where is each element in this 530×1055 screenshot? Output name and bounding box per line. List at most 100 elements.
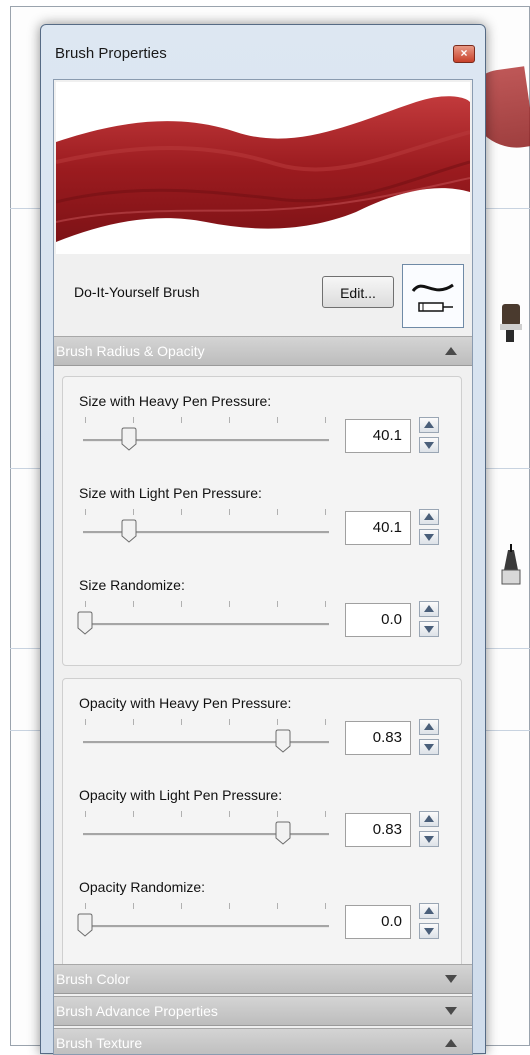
arrow-up-icon (424, 723, 434, 730)
size-settings-group: Size with Heavy Pen Pressure: 40.1 Size … (62, 376, 462, 666)
slider-tick (277, 509, 278, 515)
opacity-heavy-pressure-input[interactable]: 0.83 (345, 721, 411, 755)
opacity-heavy-pressure-control: Opacity with Heavy Pen Pressure: 0.83 (63, 695, 463, 785)
dialog-content: Do-It-Yourself Brush Edit... Brush Radiu… (53, 79, 473, 1055)
opacity-settings-group: Opacity with Heavy Pen Pressure: 0.83 Op… (62, 678, 462, 968)
close-button[interactable]: × (453, 45, 475, 63)
slider-label: Opacity with Heavy Pen Pressure: (79, 695, 292, 711)
slider-tick (229, 903, 230, 909)
edit-brush-button[interactable]: Edit... (322, 276, 394, 308)
slider-tick (133, 811, 134, 817)
decrement-button[interactable] (419, 437, 439, 453)
slider-thumb[interactable] (77, 913, 93, 937)
decrement-button[interactable] (419, 529, 439, 545)
size-heavy-pressure-input[interactable]: 40.1 (345, 419, 411, 453)
arrow-up-icon (424, 907, 434, 914)
expand-down-icon (445, 1007, 457, 1015)
section-label: Brush Color (56, 971, 130, 987)
arrow-up-icon (424, 815, 434, 822)
increment-button[interactable] (419, 509, 439, 525)
increment-button[interactable] (419, 601, 439, 617)
increment-button[interactable] (419, 903, 439, 919)
section-label: Brush Texture (56, 1035, 143, 1051)
window-title: Brush Properties (55, 45, 167, 62)
arrow-down-icon (424, 928, 434, 935)
brush-type-button[interactable] (402, 264, 464, 328)
slider-label: Size Randomize: (79, 577, 185, 593)
slider-tick (277, 417, 278, 423)
opacity-heavy-pressure-slider[interactable] (83, 741, 329, 744)
slider-tick (229, 417, 230, 423)
slider-thumb[interactable] (121, 427, 137, 451)
size-light-pressure-control: Size with Light Pen Pressure: 40.1 (63, 485, 463, 575)
slider-tick (277, 811, 278, 817)
increment-button[interactable] (419, 811, 439, 827)
size-heavy-pressure-control: Size with Heavy Pen Pressure: 40.1 (63, 393, 463, 483)
slider-thumb[interactable] (121, 519, 137, 543)
section-header-brush-texture[interactable]: Brush Texture (54, 1028, 472, 1054)
slider-tick (277, 903, 278, 909)
slider-tick (85, 601, 86, 607)
slider-ticks (85, 719, 327, 727)
marker-tool-icon[interactable] (494, 540, 528, 590)
slider-tick (229, 509, 230, 515)
expand-down-icon (445, 975, 457, 983)
size-randomize-input[interactable]: 0.0 (345, 603, 411, 637)
decrement-button[interactable] (419, 621, 439, 637)
arrow-up-icon (424, 421, 434, 428)
slider-tick (325, 417, 326, 423)
slider-tick (229, 601, 230, 607)
slider-tick (85, 811, 86, 817)
slider-tick (133, 509, 134, 515)
slider-label: Size with Heavy Pen Pressure: (79, 393, 272, 409)
slider-tick (325, 601, 326, 607)
slider-tick (325, 811, 326, 817)
opacity-randomize-slider[interactable] (83, 925, 329, 928)
size-randomize-slider[interactable] (83, 623, 329, 626)
paintbrush-tool-icon[interactable] (496, 300, 528, 344)
arrow-up-icon (424, 513, 434, 520)
slider-tick (133, 903, 134, 909)
slider-tick (181, 417, 182, 423)
opacity-light-pressure-slider[interactable] (83, 833, 329, 836)
decrement-button[interactable] (419, 831, 439, 847)
slider-ticks (85, 417, 327, 425)
slider-tick (133, 601, 134, 607)
slider-label: Size with Light Pen Pressure: (79, 485, 262, 501)
slider-tick (277, 719, 278, 725)
decrement-button[interactable] (419, 923, 439, 939)
section-header-brush-radius-opacity[interactable]: Brush Radius & Opacity (54, 336, 472, 366)
slider-thumb[interactable] (275, 821, 291, 845)
increment-button[interactable] (419, 719, 439, 735)
slider-ticks (85, 811, 327, 819)
slider-tick (85, 719, 86, 725)
slider-thumb[interactable] (77, 611, 93, 635)
section-header-brush-advance-properties[interactable]: Brush Advance Properties (54, 996, 472, 1026)
increment-button[interactable] (419, 417, 439, 433)
arrow-down-icon (424, 442, 434, 449)
brush-type-icon (411, 283, 454, 312)
section-header-brush-color[interactable]: Brush Color (54, 964, 472, 994)
brush-properties-window: Brush Properties × Do-It-Yourself Brush … (40, 24, 486, 1055)
slider-tick (325, 509, 326, 515)
opacity-light-pressure-input[interactable]: 0.83 (345, 813, 411, 847)
section-label: Brush Radius & Opacity (56, 343, 205, 359)
opacity-randomize-control: Opacity Randomize: 0.0 (63, 879, 463, 969)
slider-tick (181, 811, 182, 817)
slider-tick (85, 417, 86, 423)
slider-tick (85, 509, 86, 515)
slider-tick (325, 719, 326, 725)
brush-selector-row: Do-It-Yourself Brush Edit... (54, 256, 472, 336)
opacity-light-pressure-control: Opacity with Light Pen Pressure: 0.83 (63, 787, 463, 877)
title-bar[interactable]: Brush Properties × (41, 25, 485, 81)
arrow-up-icon (424, 605, 434, 612)
section-label: Brush Advance Properties (56, 1003, 218, 1019)
slider-tick (181, 509, 182, 515)
slider-label: Opacity with Light Pen Pressure: (79, 787, 283, 803)
decrement-button[interactable] (419, 739, 439, 755)
slider-tick (181, 719, 182, 725)
size-light-pressure-input[interactable]: 40.1 (345, 511, 411, 545)
slider-tick (85, 903, 86, 909)
slider-thumb[interactable] (275, 729, 291, 753)
opacity-randomize-input[interactable]: 0.0 (345, 905, 411, 939)
